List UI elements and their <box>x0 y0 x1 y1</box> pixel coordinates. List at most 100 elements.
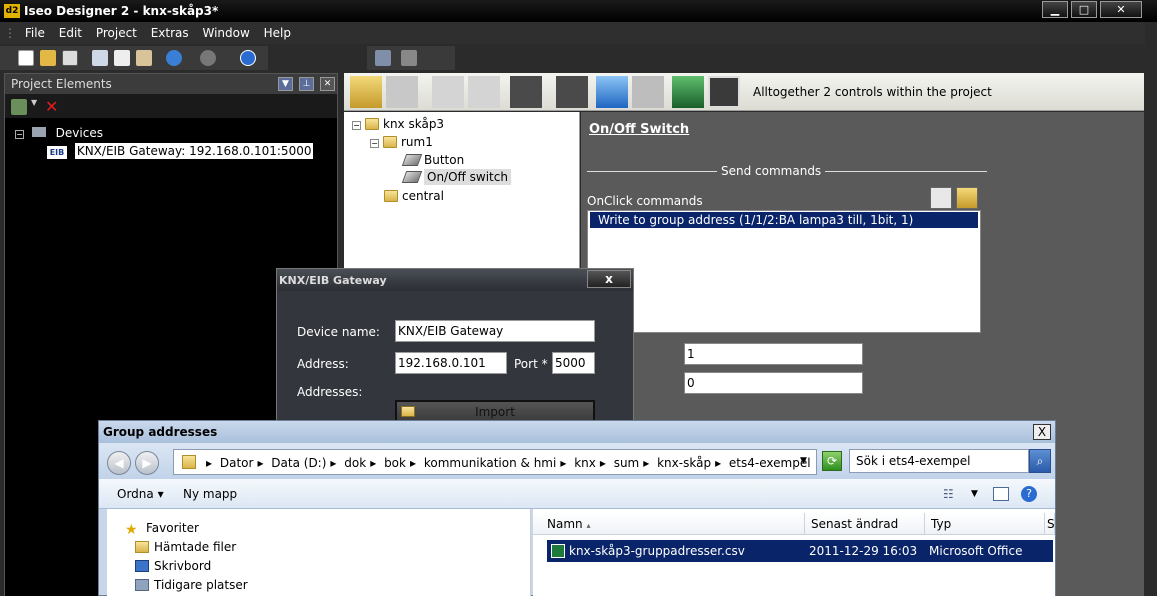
new-folder-button[interactable]: Ny mapp <box>183 487 237 501</box>
port-field[interactable]: 5000 <box>552 352 595 374</box>
add-item-icon[interactable] <box>432 76 464 108</box>
breadcrumb-item[interactable]: knx-skåp <box>657 456 711 470</box>
port-label: Port * <box>514 357 548 371</box>
menu-help[interactable]: Help <box>259 22 296 40</box>
breadcrumb-separator: ▸ <box>206 456 213 470</box>
nav-recent[interactable]: Tidigare platser <box>135 578 248 592</box>
command-list[interactable]: Write to group address (1/1/2:BA lampa3 … <box>587 210 981 333</box>
network-icon[interactable] <box>375 50 391 66</box>
address-label: Address: <box>297 357 349 371</box>
refresh-icon[interactable]: ⟳ <box>822 451 842 471</box>
minimize-button[interactable]: ▁ <box>1042 1 1068 18</box>
dropdown-arrow-icon[interactable]: ▼ <box>31 98 39 114</box>
maximize-button[interactable]: □ <box>1071 1 1097 18</box>
collapse-icon[interactable]: − <box>15 130 24 139</box>
move-down-icon[interactable] <box>632 76 664 108</box>
organize-button[interactable]: Ordna ▾ <box>117 487 164 501</box>
redo-icon[interactable] <box>200 50 216 66</box>
add-control-icon[interactable] <box>350 76 382 108</box>
panel-title: Project Elements <box>11 77 112 91</box>
nav-downloads[interactable]: Hämtade filer <box>135 540 236 554</box>
property-field-2[interactable]: 0 <box>684 372 863 394</box>
tree-central-node[interactable]: central <box>384 189 444 203</box>
panel-pin-button[interactable]: ⊥ <box>299 77 314 91</box>
nav-desktop[interactable]: Skrivbord <box>135 559 211 573</box>
view-icon[interactable]: ☷ <box>943 487 954 501</box>
breadcrumb-item[interactable]: kommunikation & hmi <box>424 456 556 470</box>
tree-devices-node[interactable]: − Devices <box>15 126 103 140</box>
delete-device-icon[interactable]: ✕ <box>45 97 61 116</box>
tree-project-node[interactable]: − knx skåp3 <box>352 117 444 131</box>
undo-icon[interactable] <box>166 50 182 66</box>
downloads-icon <box>135 541 149 553</box>
remove-control-icon[interactable] <box>386 76 418 108</box>
breadcrumb-separator: ▸ <box>715 456 722 470</box>
clock-icon[interactable] <box>930 187 952 209</box>
breadcrumb-item[interactable]: sum <box>614 456 640 470</box>
breadcrumb-item[interactable]: dok <box>344 456 366 470</box>
panel-close-button[interactable]: ✕ <box>320 77 335 91</box>
help-icon[interactable]: ? <box>1021 486 1037 502</box>
breadcrumb-item[interactable]: bok <box>384 456 406 470</box>
file-row[interactable]: knx-skåp3-gruppadresser.csv 2011-12-29 1… <box>547 540 1053 580</box>
collapse-icon[interactable]: − <box>352 121 361 130</box>
menu-project[interactable]: Project <box>91 22 142 40</box>
menu-extras[interactable]: Extras <box>146 22 194 40</box>
search-input[interactable]: Sök i ets4-exempel <box>849 449 1029 473</box>
menu-window[interactable]: Window <box>197 22 254 40</box>
open-folder-icon[interactable] <box>40 50 56 66</box>
dialog-close-button[interactable]: x <box>587 270 631 288</box>
column-type[interactable]: Typ <box>925 513 1045 535</box>
add-command-button[interactable] <box>956 187 978 209</box>
save-icon[interactable] <box>62 50 78 66</box>
move-up-icon[interactable] <box>596 76 628 108</box>
cut-icon[interactable] <box>92 50 108 66</box>
breadcrumb-item[interactable]: Dator <box>220 456 254 470</box>
save-project-icon[interactable] <box>708 76 740 108</box>
tree-gateway-node[interactable]: EIB KNX/EIB Gateway: 192.168.0.101:5000 <box>47 143 314 159</box>
star-icon: ★ <box>125 522 138 538</box>
add-command-icon[interactable] <box>510 76 542 108</box>
preview-pane-icon[interactable] <box>993 487 1009 501</box>
forward-icon[interactable]: ▶ <box>135 451 159 475</box>
breadcrumb-separator: ▸ <box>370 456 377 470</box>
close-window-button[interactable]: ✕ <box>1100 1 1142 18</box>
column-name[interactable]: Namn ▴ <box>541 513 805 535</box>
remove-command-icon[interactable] <box>556 76 588 108</box>
secondary-toolbar <box>367 46 455 70</box>
breadcrumb-item[interactable]: knx <box>574 456 596 470</box>
tree-button-node[interactable]: Button <box>401 153 464 167</box>
chevron-down-icon[interactable]: ▼ <box>971 489 978 499</box>
back-icon[interactable]: ◀ <box>107 451 131 475</box>
search-icon[interactable]: ⌕ <box>1029 449 1051 473</box>
breadcrumb-item[interactable]: ets4-exempel <box>729 456 811 470</box>
device-name-field[interactable]: KNX/EIB Gateway <box>395 320 595 342</box>
nav-label: Favoriter <box>146 521 199 535</box>
copy-icon[interactable] <box>114 50 130 66</box>
collapse-icon[interactable]: − <box>370 139 379 148</box>
column-modified[interactable]: Senast ändrad <box>805 513 925 535</box>
menu-edit[interactable]: Edit <box>54 22 87 40</box>
breadcrumb[interactable]: ▸ Dator ▸ Data (D:) ▸ dok ▸ bok ▸ kommunikat… <box>173 449 817 475</box>
trash-icon[interactable] <box>401 50 417 66</box>
breadcrumb-separator: ▸ <box>257 456 264 470</box>
address-field[interactable]: 192.168.0.101 <box>395 352 507 374</box>
menu-file[interactable]: File <box>20 22 50 40</box>
paste-icon[interactable] <box>136 50 152 66</box>
column-size[interactable]: S <box>1045 513 1055 535</box>
remove-item-icon[interactable] <box>468 76 500 108</box>
panel-dropdown-button[interactable]: ▼ <box>278 77 293 91</box>
chevron-down-icon[interactable]: ▼ <box>800 456 807 466</box>
nav-favorites[interactable]: ★ Favoriter <box>125 521 199 538</box>
property-field-1[interactable]: 1 <box>684 343 863 365</box>
tree-room-node[interactable]: − rum1 <box>370 135 433 149</box>
device-preview-icon[interactable] <box>672 76 704 108</box>
tree-devices-label: Devices <box>55 126 103 140</box>
new-file-icon[interactable] <box>18 50 34 66</box>
dialog-close-button[interactable]: X <box>1033 424 1051 440</box>
help-icon[interactable] <box>240 50 256 66</box>
breadcrumb-item[interactable]: Data (D:) <box>271 456 326 470</box>
add-device-icon[interactable] <box>11 99 27 115</box>
tree-switch-node[interactable]: On/Off switch <box>401 169 511 185</box>
command-item[interactable]: Write to group address (1/1/2:BA lampa3 … <box>590 212 978 228</box>
